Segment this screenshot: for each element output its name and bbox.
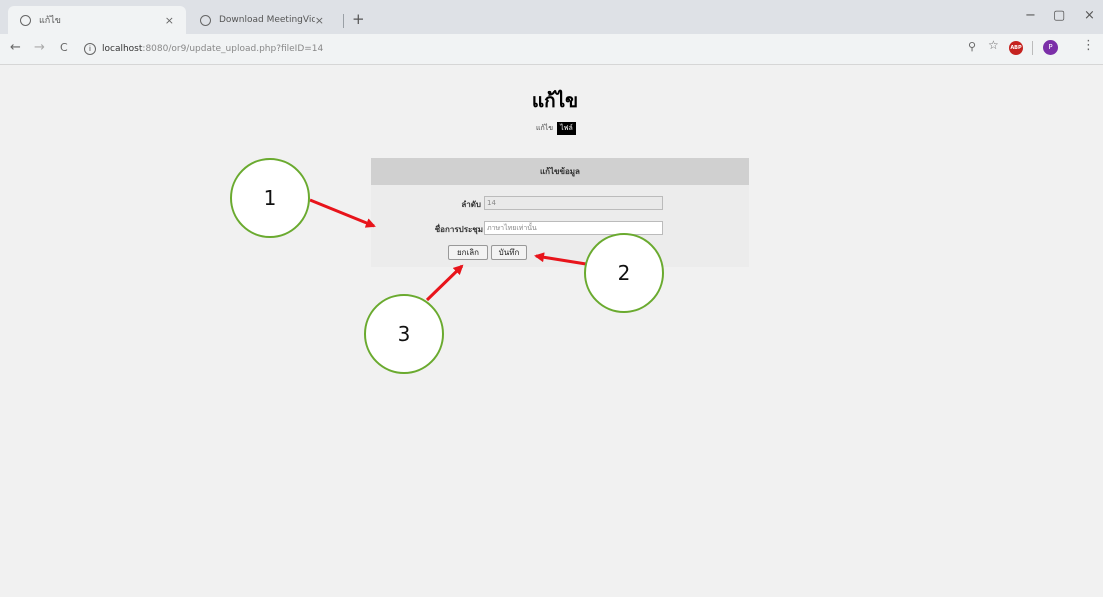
annotation-number-2: 2 [618,261,631,285]
annotation-number-1: 1 [264,186,277,210]
annotation-circle-3: 3 [364,294,444,374]
annotation-arrow-2 [534,252,587,266]
annotation-circle-1: 1 [230,158,310,238]
annotation-arrow-3 [425,264,464,302]
annotation-number-3: 3 [398,322,411,346]
annotation-circle-2: 2 [584,233,664,313]
annotation-arrow-1 [309,198,376,228]
annotation-layer: 1 2 3 [230,158,664,374]
